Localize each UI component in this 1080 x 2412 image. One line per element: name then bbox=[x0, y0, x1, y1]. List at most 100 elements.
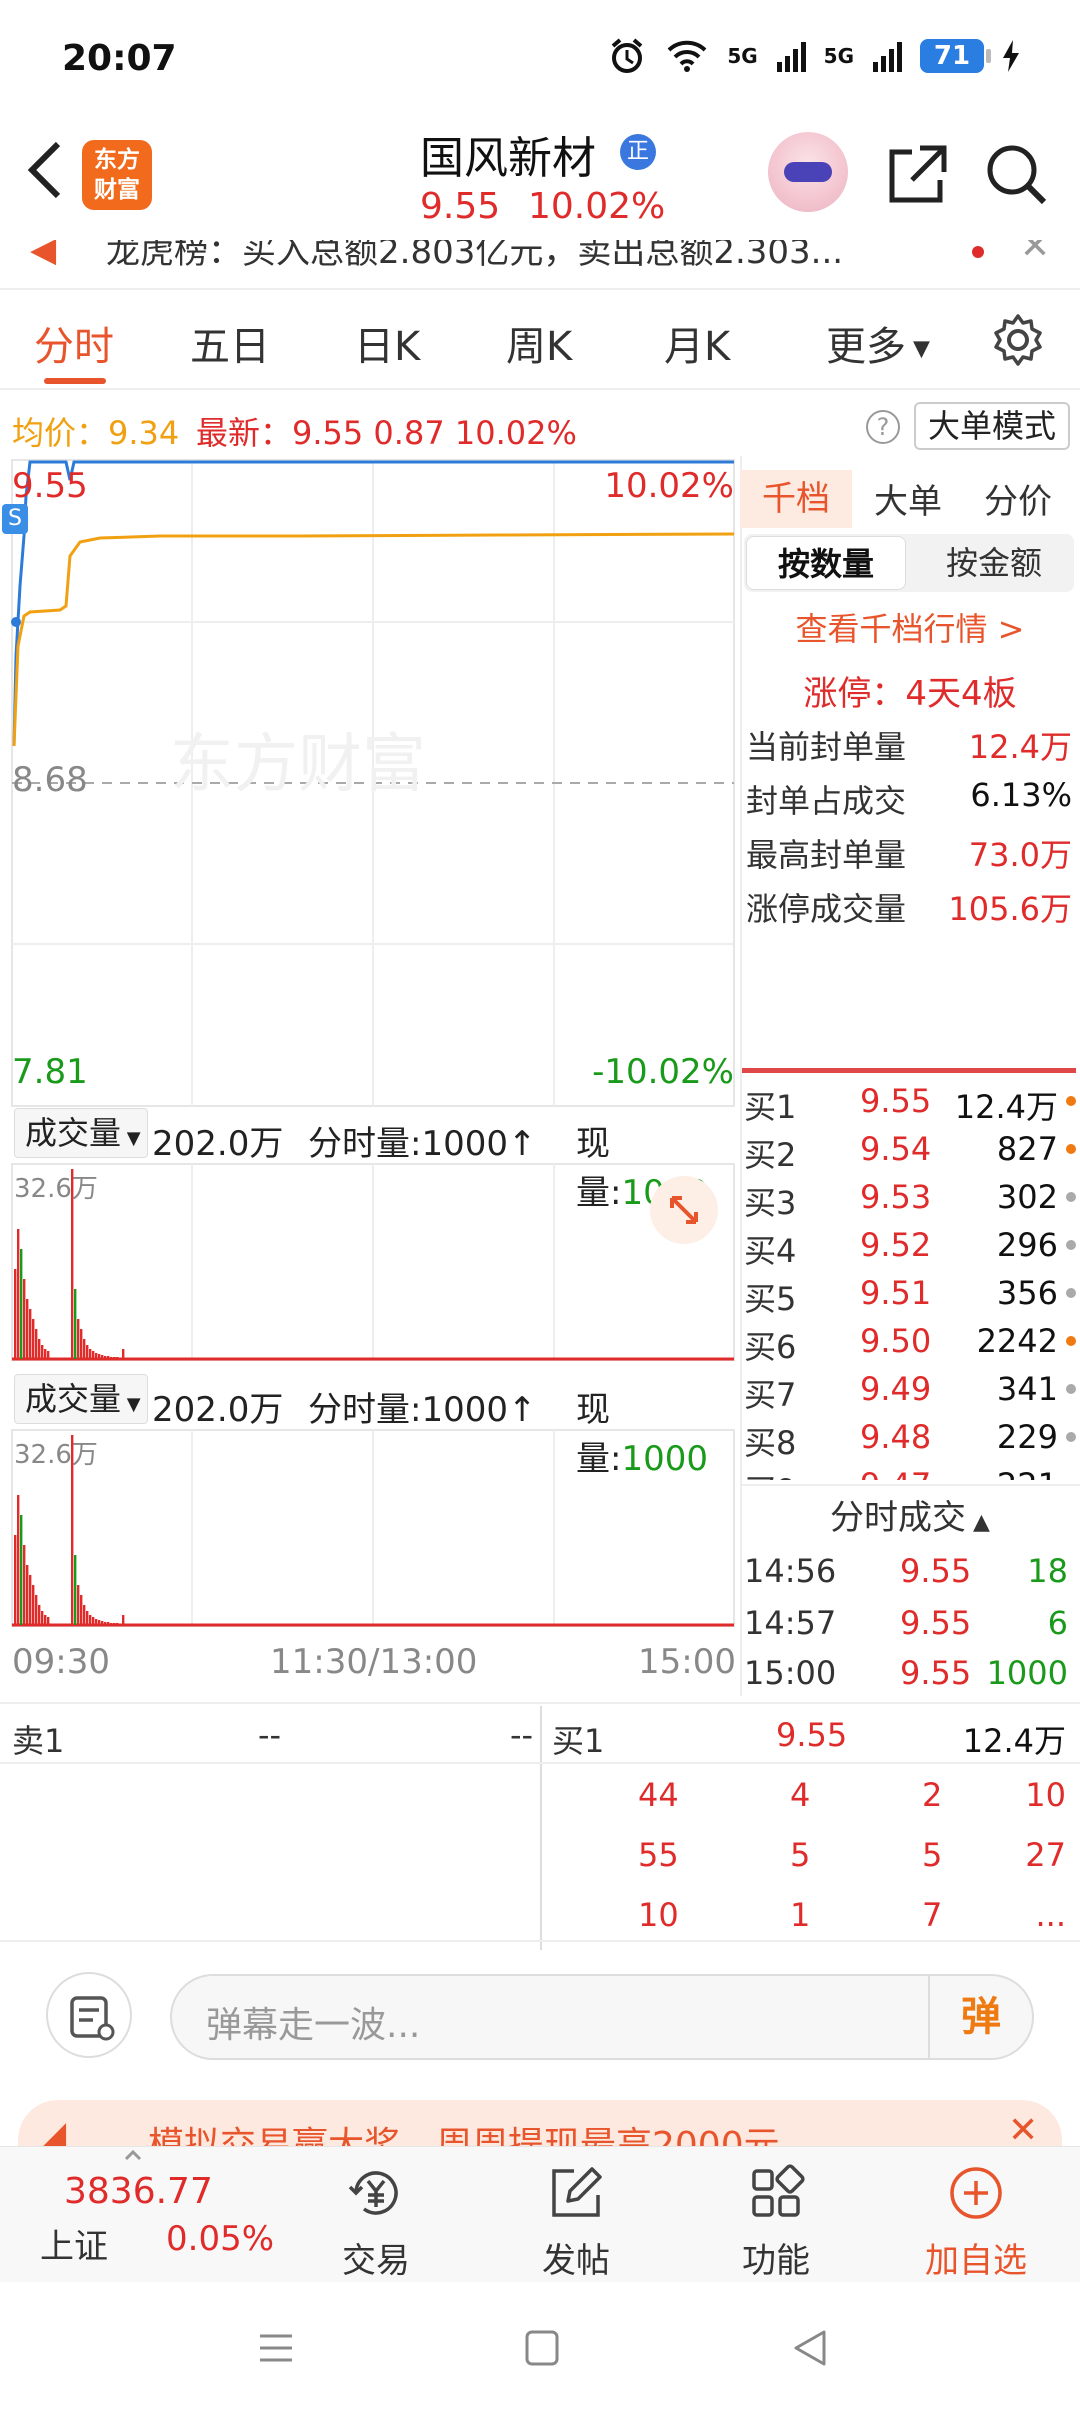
tab-price-distribution[interactable]: 分价 bbox=[984, 474, 1052, 523]
close-icon[interactable]: ✕ bbox=[1008, 2110, 1038, 2146]
segment-by-quantity[interactable]: 按数量 bbox=[746, 536, 906, 590]
volume-bar bbox=[77, 1585, 80, 1625]
ob-dot bbox=[1066, 1384, 1076, 1394]
ob-price: 9.50 bbox=[860, 1322, 932, 1360]
buy1-price: 9.55 bbox=[776, 1716, 848, 1754]
ob-dot bbox=[1066, 1288, 1076, 1298]
comment-settings-button[interactable] bbox=[46, 1972, 132, 2058]
index-widget[interactable]: 3836.77 上证 0.05% bbox=[0, 2147, 290, 2283]
volume-bar bbox=[86, 1611, 89, 1625]
help-icon[interactable]: ? bbox=[866, 410, 900, 444]
grid-icon bbox=[752, 2164, 805, 2217]
status-icons: 5G 5G 71 bbox=[607, 36, 1020, 76]
tick-price: 9.55 bbox=[900, 1552, 972, 1590]
view-thousand-levels-link[interactable]: 查看千档行情 > bbox=[740, 604, 1080, 650]
volume-bar bbox=[98, 1620, 101, 1625]
ob-label: 买9 bbox=[744, 1466, 796, 1480]
volume-bar bbox=[20, 1249, 23, 1359]
close-icon[interactable]: ✕ bbox=[1020, 240, 1050, 267]
tick-volume: 6 bbox=[1047, 1604, 1068, 1642]
volume-bar bbox=[92, 1617, 95, 1625]
segment-by-amount[interactable]: 按金额 bbox=[916, 536, 1072, 590]
nav-label: 功能 bbox=[742, 2241, 810, 2281]
pct-axis-bottom: -10.02% bbox=[592, 1052, 734, 1092]
nav-trade[interactable]: 交易 bbox=[306, 2147, 446, 2283]
volume-bar bbox=[41, 1345, 44, 1359]
home-icon[interactable] bbox=[524, 2328, 560, 2368]
danmu-send-button[interactable]: 弹 bbox=[928, 1976, 1032, 2058]
y-axis-mid: 8.68 bbox=[12, 760, 88, 800]
volume-indicator-select[interactable]: 成交量 ▼ bbox=[14, 1374, 148, 1424]
ob-volume: 341 bbox=[996, 1370, 1058, 1408]
tab-week-k[interactable]: 周K bbox=[506, 314, 572, 372]
promo-banner[interactable]: ◢ 模拟交易赢大奖，周周提现最高2000元 ✕ bbox=[18, 2100, 1062, 2146]
search-button[interactable] bbox=[982, 140, 1052, 210]
tab-big-orders[interactable]: 大单 bbox=[874, 474, 942, 523]
tab-month-k[interactable]: 月K bbox=[664, 314, 730, 372]
expand-button[interactable] bbox=[650, 1176, 718, 1244]
order-book-row: 买3 9.53 302 bbox=[744, 1172, 1076, 1222]
stat-value: 12.4万 bbox=[968, 728, 1072, 766]
stock-change-pct: 10.02% bbox=[528, 186, 666, 227]
buy1-volume: 12.4万 bbox=[962, 1722, 1066, 1760]
nav-add-watchlist[interactable]: 加自选 bbox=[906, 2147, 1046, 2283]
assistant-robot-icon[interactable] bbox=[768, 132, 848, 212]
share-button[interactable] bbox=[884, 142, 950, 208]
nav-functions[interactable]: 功能 bbox=[706, 2147, 846, 2283]
volume-bar bbox=[32, 1585, 35, 1625]
yen-icon bbox=[348, 2171, 398, 2215]
volume-bar bbox=[14, 1269, 17, 1359]
volume-bar bbox=[95, 1353, 98, 1359]
megaphone-icon: ◢ bbox=[40, 2114, 67, 2146]
sell-marker[interactable]: S bbox=[2, 504, 28, 534]
divider bbox=[0, 1940, 1080, 1942]
volume-ymax: 32.6万 bbox=[14, 1440, 98, 1470]
ob-label: 买7 bbox=[744, 1376, 797, 1414]
volume-bar bbox=[116, 1623, 119, 1625]
volume-bar bbox=[116, 1357, 119, 1359]
menu-icon[interactable] bbox=[256, 2328, 296, 2368]
bottom-order-queue[interactable]: 卖1 -- -- 买1 9.55 12.4万 44 4 2 10 55 5 5 … bbox=[0, 1706, 1080, 1950]
share-icon bbox=[889, 145, 947, 203]
ob-volume: 356 bbox=[996, 1274, 1058, 1312]
news-text: 龙虎榜：买入总额2.803亿元，卖出总额2.303... bbox=[106, 240, 844, 272]
volume-bar bbox=[38, 1605, 41, 1625]
ob-dot bbox=[1066, 1336, 1076, 1346]
back-button[interactable] bbox=[22, 138, 82, 218]
volume-bar bbox=[38, 1339, 41, 1359]
ob-label: 买2 bbox=[744, 1136, 797, 1174]
tab-day-k[interactable]: 日K bbox=[354, 314, 420, 372]
queue-cell: 44 bbox=[638, 1776, 679, 1814]
stat-label: 涨停成交量 bbox=[746, 890, 907, 928]
settings-button[interactable] bbox=[990, 312, 1046, 368]
volume-bar bbox=[107, 1356, 110, 1359]
tab-thousand-levels[interactable]: 千档 bbox=[740, 470, 852, 528]
tab-five-day[interactable]: 五日 bbox=[190, 314, 270, 372]
avg-price-label: 均价：9.34 bbox=[12, 414, 180, 452]
nav-post[interactable]: 发帖 bbox=[506, 2147, 646, 2283]
volume-ymax: 32.6万 bbox=[14, 1174, 98, 1204]
back-nav-icon[interactable] bbox=[790, 2328, 830, 2368]
price-info-row: 均价：9.34 最新：9.55 0.87 10.02% ? 大单模式 bbox=[0, 394, 1080, 456]
app-logo: 东方 财富 bbox=[82, 140, 152, 210]
order-book-row: 买4 9.52 296 bbox=[744, 1220, 1076, 1270]
ticks-title[interactable]: 分时成交 ▲ bbox=[740, 1490, 1080, 1539]
stock-price: 9.55 bbox=[420, 186, 501, 227]
tab-more[interactable]: 更多 ▼ bbox=[826, 314, 930, 372]
index-value: 3836.77 bbox=[64, 2171, 213, 2212]
ob-label: 买5 bbox=[744, 1280, 797, 1318]
alarm-icon bbox=[612, 38, 643, 73]
news-ticker[interactable]: ◀ 龙虎榜：买入总额2.803亿元，卖出总额2.303... ✕ bbox=[0, 240, 1080, 288]
queue-cell: 10 bbox=[1025, 1776, 1066, 1814]
big-order-mode-button[interactable]: 大单模式 bbox=[914, 402, 1070, 450]
tab-intraday[interactable]: 分时 bbox=[34, 314, 114, 372]
volume-bar bbox=[14, 1535, 17, 1625]
stat-value: 105.6万 bbox=[948, 890, 1072, 928]
chevron-up-icon: ▲ bbox=[966, 1510, 990, 1535]
volume-bar bbox=[35, 1595, 38, 1625]
intraday-chart[interactable]: 东方财富 9.55 10.02% S 8.68 7.81 -10.02% 成交量… bbox=[0, 456, 740, 1706]
order-book[interactable]: 买1 9.55 12.4万 买2 9.54 827 买3 9.53 302 买4 9.52 29… bbox=[740, 1076, 1080, 1480]
pct-axis-top: 10.02% bbox=[604, 466, 734, 506]
order-book-row: 买1 9.55 12.4万 bbox=[744, 1076, 1076, 1126]
volume-indicator-select[interactable]: 成交量 ▼ bbox=[14, 1108, 148, 1158]
